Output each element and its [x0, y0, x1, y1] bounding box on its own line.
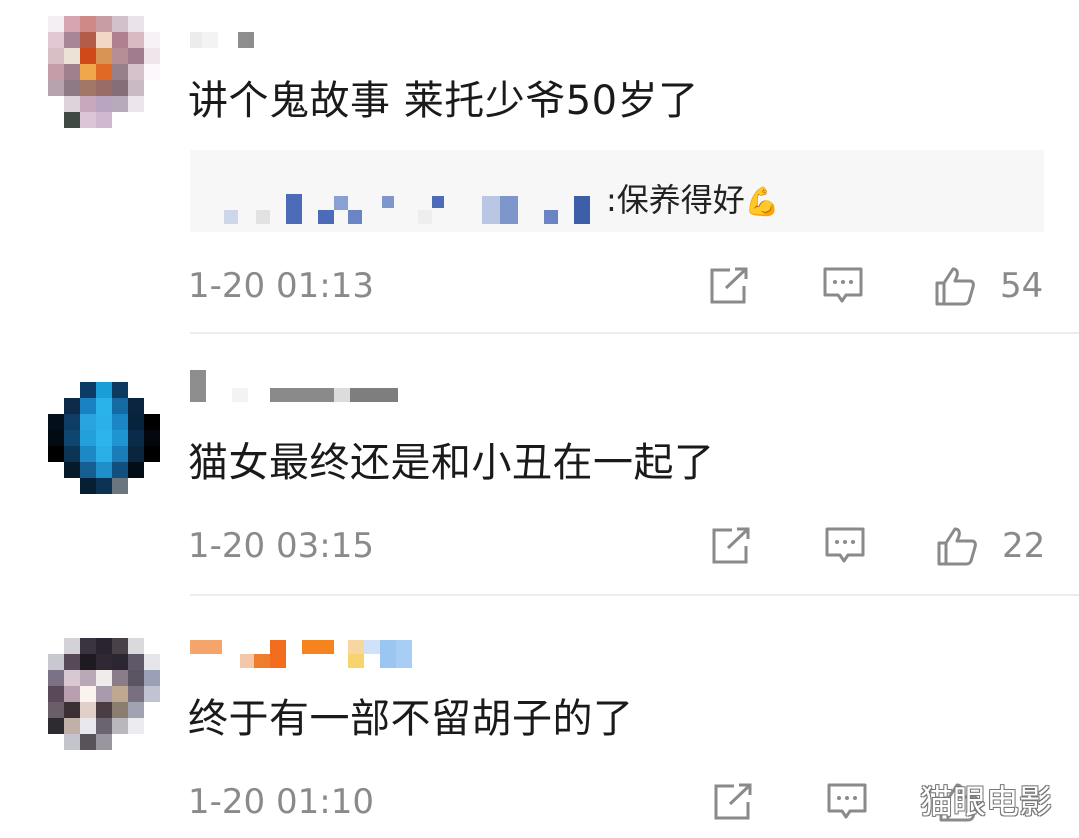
username-masked[interactable]	[190, 370, 398, 402]
timestamp: 1-20 03:15	[188, 526, 374, 566]
comment-text: 猫女最终还是和小丑在一起了	[188, 440, 715, 486]
share-icon[interactable]	[708, 266, 750, 306]
like-count: 54	[1000, 266, 1044, 306]
avatar[interactable]	[48, 382, 160, 494]
comment-text: 终于有一部不留胡子的了	[188, 696, 634, 742]
avatar[interactable]	[48, 638, 160, 750]
comment-item: 猫女最终还是和小丑在一起了 1-20 03:15 22	[0, 334, 1079, 596]
comment-text: 讲个鬼故事 莱托少爷50岁了	[188, 78, 699, 124]
comment-item: 讲个鬼故事 莱托少爷50岁了 :保养得好💪 1-20 01:13 54	[0, 0, 1079, 334]
reply-preview[interactable]: :保养得好💪	[190, 150, 1044, 232]
share-icon[interactable]	[710, 526, 752, 566]
username-masked[interactable]	[190, 640, 412, 668]
thumbs-up-icon[interactable]	[934, 266, 976, 306]
username-masked[interactable]	[190, 28, 254, 48]
like-count: 22	[1002, 526, 1046, 566]
reply-username-masked[interactable]	[222, 184, 602, 226]
comment-icon[interactable]	[824, 526, 866, 566]
comment-meta: 1-20 01:10	[188, 780, 1048, 824]
timestamp: 1-20 01:13	[188, 266, 374, 306]
comment-item: 终于有一部不留胡子的了 1-20 01:10	[0, 596, 1079, 838]
avatar[interactable]	[48, 16, 160, 128]
flexed-biceps-emoji: 💪	[744, 185, 780, 218]
comment-meta: 1-20 01:13 54	[188, 264, 1048, 308]
comment-meta: 1-20 03:15 22	[188, 524, 1048, 568]
watermark: 猫眼电影	[920, 782, 1052, 821]
timestamp: 1-20 01:10	[188, 782, 374, 822]
share-icon[interactable]	[712, 782, 754, 822]
thumbs-up-icon[interactable]	[936, 526, 978, 566]
comment-icon[interactable]	[826, 782, 868, 822]
reply-text: :保养得好💪	[606, 178, 780, 224]
comment-icon[interactable]	[822, 266, 864, 306]
